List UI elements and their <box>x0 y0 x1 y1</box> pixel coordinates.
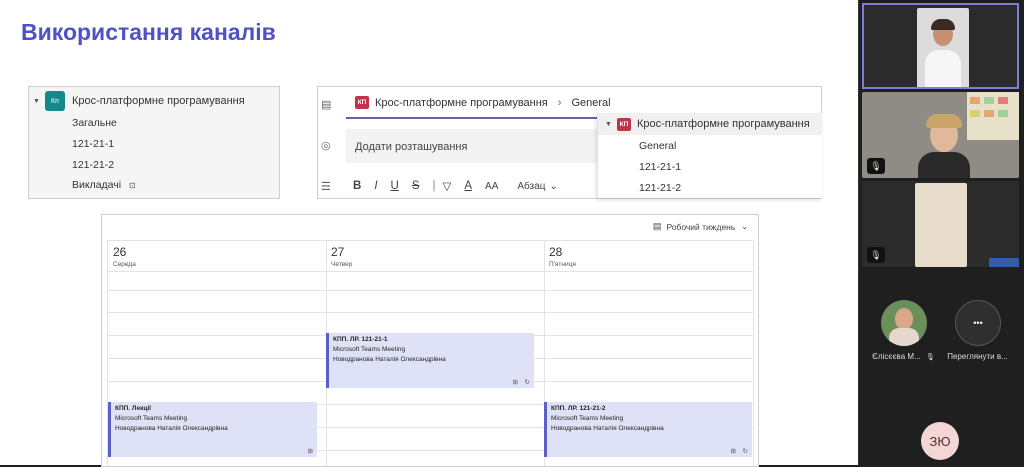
font-color-button[interactable]: A <box>464 180 472 192</box>
event-subtitle: Microsoft Teams Meeting <box>115 415 188 422</box>
avatar-initials[interactable]: ЗЮ <box>921 422 959 460</box>
lock-icon: ⊡ <box>129 181 136 190</box>
view-more-participants[interactable]: ••• Переглянути в... <box>940 290 1015 370</box>
dropdown-item-121-21-2[interactable]: 121-21-2 <box>639 182 681 194</box>
channel-picker[interactable]: КП Крос-платформне програмування › Gener… <box>355 96 611 109</box>
participant-video-tile[interactable]: 🎙 <box>862 92 1019 178</box>
paragraph-dropdown[interactable]: Абзац <box>517 181 545 192</box>
format-toolbar: B I U S | ▽ A AA Абзац ⌄ <box>353 179 558 193</box>
day-name: Четвер <box>331 261 353 268</box>
location-pin-icon: ◎ <box>321 140 331 152</box>
channel-picker-selected: General <box>571 96 611 109</box>
recurring-icon: ↻ <box>742 448 748 455</box>
day-number: 26 <box>113 245 127 259</box>
channel-field-icon: ▤ <box>321 99 332 111</box>
calendar-event[interactable]: КПП. ЛР. 121-21-1 Microsoft Teams Meetin… <box>326 333 534 388</box>
day-number: 27 <box>331 245 345 259</box>
microphone-muted-icon: 🎙 <box>867 247 885 263</box>
meeting-icon: ⊞ <box>730 448 736 455</box>
recurring-icon: ↻ <box>524 379 530 386</box>
event-organizer: Новодранова Наталія Олександрівна <box>551 425 664 432</box>
highlight-marker-icon[interactable]: ▽ <box>443 179 452 193</box>
team-avatar: Кп <box>44 91 65 111</box>
view-label: Робочий тиждень <box>666 221 736 232</box>
dropdown-team-name: Крос-платформне програмування <box>636 118 810 130</box>
event-title: КПП. ЛР. 121-21-1 <box>333 336 388 343</box>
team-badge: КП <box>616 117 631 131</box>
expand-triangle-icon[interactable]: ▼ <box>33 98 40 105</box>
participant-video <box>917 8 969 87</box>
dropdown-team-header[interactable]: ▼ КП Крос-платформне програмування <box>598 113 822 135</box>
channel-item-teachers[interactable]: Викладачі ⊡ <box>72 179 136 191</box>
meeting-icon: ⊞ <box>512 379 518 386</box>
channel-item-general[interactable]: Загальне <box>72 117 117 129</box>
calendar-icon: ▤ <box>652 221 662 231</box>
team-badge: КП <box>355 96 369 109</box>
calendar-event[interactable]: КПП. Лекції Microsoft Teams Meeting Ново… <box>108 402 317 457</box>
dropdown-item-general[interactable]: General <box>639 140 676 152</box>
team-name: Крос-платформне програмування <box>71 95 245 107</box>
channel-item-label: Викладачі <box>72 179 122 191</box>
microphone-muted-icon: 🎙 <box>925 354 935 361</box>
meeting-icon: ⊞ <box>307 448 313 455</box>
day-name: П'ятниця <box>549 261 576 268</box>
participant-avatar-tile[interactable]: Єлісєєва М... 🎙 <box>866 290 941 370</box>
view-more-label: Переглянути в... <box>947 352 1008 361</box>
chevron-right-icon: › <box>557 96 562 109</box>
event-title: КПП. ЛР. 121-21-2 <box>551 405 606 412</box>
view-switcher[interactable]: ▤ Робочий тиждень ⌄ <box>653 221 748 232</box>
participant-name: Єлісєєва М... 🎙 <box>872 352 935 361</box>
channel-list-panel: ▼ Кп Крос-платформне програмування Загал… <box>28 86 280 199</box>
chevron-down-icon[interactable]: ⌄ <box>549 181 557 192</box>
event-title: КПП. Лекції <box>115 405 151 412</box>
slide-title: Використання каналів <box>21 19 276 45</box>
event-organizer: Новодранова Наталія Олександрівна <box>333 356 446 363</box>
font-size-button[interactable]: AA <box>485 181 498 192</box>
chevron-down-icon: ⌄ <box>741 222 748 231</box>
channel-item-121-21-1[interactable]: 121-21-1 <box>72 138 114 150</box>
participant-video <box>915 183 967 267</box>
microphone-muted-icon: 🎙 <box>867 158 885 174</box>
expand-triangle-icon[interactable]: ▼ <box>605 121 612 128</box>
calendar-week-view: ▤ Робочий тиждень ⌄ 26 Середа 27 Четвер … <box>101 214 759 467</box>
participant-video-tile[interactable] <box>862 3 1019 89</box>
details-list-icon: ☰ <box>321 181 331 193</box>
event-subtitle: Microsoft Teams Meeting <box>333 346 406 353</box>
event-organizer: Новодранова Наталія Олександрівна <box>115 425 228 432</box>
dropdown-item-121-21-1[interactable]: 121-21-1 <box>639 161 681 173</box>
participant-video-tile[interactable]: 🎙 <box>862 181 1019 267</box>
strikethrough-button[interactable]: S <box>412 180 420 192</box>
event-subtitle: Microsoft Teams Meeting <box>551 415 624 422</box>
channel-dropdown-menu: ▼ КП Крос-платформне програмування Gener… <box>597 113 822 198</box>
day-number: 28 <box>549 245 563 259</box>
presentation-slide: Використання каналів ▼ Кп Крос-платформн… <box>0 0 859 467</box>
avatar <box>881 300 927 346</box>
italic-button[interactable]: I <box>374 180 377 192</box>
bold-button[interactable]: B <box>353 180 361 192</box>
underline-button[interactable]: U <box>391 180 399 192</box>
channel-item-121-21-2[interactable]: 121-21-2 <box>72 159 114 171</box>
more-options-icon[interactable]: ••• <box>955 300 1001 346</box>
calendar-event[interactable]: КПП. ЛР. 121-21-2 Microsoft Teams Meetin… <box>544 402 752 457</box>
participant-video <box>862 92 1019 178</box>
channel-field-underline <box>346 117 602 119</box>
channel-picker-team: Крос-платформне програмування <box>375 96 548 109</box>
day-name: Середа <box>113 261 136 268</box>
location-placeholder[interactable]: Додати розташування <box>355 141 467 153</box>
meeting-form-panel: ▤ КП Крос-платформне програмування › Gen… <box>317 86 822 199</box>
team-header[interactable]: ▼ Кп Крос-платформне програмування <box>33 90 245 112</box>
